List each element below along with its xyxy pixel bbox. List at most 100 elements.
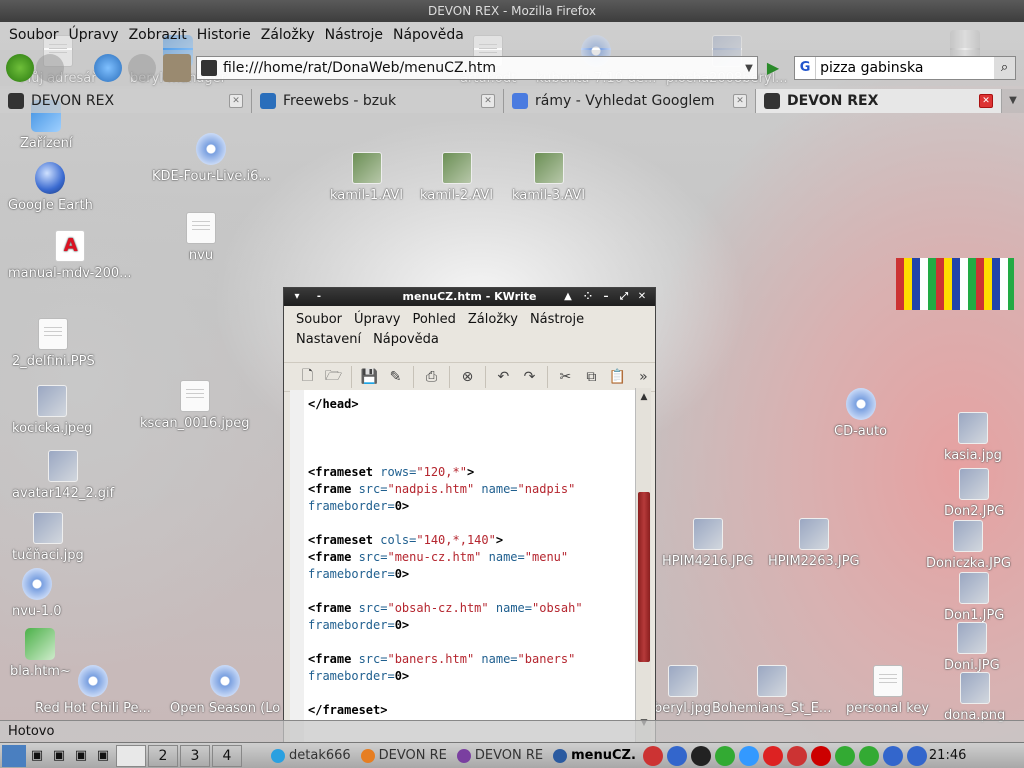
scrollbar-thumb[interactable] (638, 492, 650, 662)
firefox-menu-item[interactable]: Úpravy (64, 27, 124, 43)
tray-icon[interactable] (786, 745, 807, 766)
tray-icon[interactable] (714, 745, 735, 766)
editor-scrollbar[interactable]: ▲ ▼ (635, 388, 651, 744)
desktop-icon[interactable]: Doniczka.JPG (926, 520, 1011, 571)
url-bar[interactable]: file:///home/rat/DonaWeb/menuCZ.htm ▼ (196, 56, 758, 80)
desktop-icon[interactable]: dona.png (944, 672, 1005, 723)
chevron-down-icon[interactable]: ▼ (741, 63, 757, 74)
tray-icon[interactable] (810, 745, 831, 766)
tray-icon[interactable] (666, 745, 687, 766)
desktop-icon[interactable]: kamil-1.AVI (330, 152, 403, 203)
tray-icon[interactable] (642, 745, 663, 766)
window-menu-icon[interactable]: ▾ (290, 290, 304, 304)
code-editor[interactable]: </head> <frameset rows="120,*"> <frame sr… (290, 390, 635, 744)
flags-logo[interactable] (896, 258, 1014, 314)
konqueror-icon[interactable]: ▣ (70, 745, 92, 767)
reload-icon[interactable] (94, 54, 122, 82)
taskbar-button[interactable]: detak666 (266, 745, 356, 767)
desktop-icon[interactable]: avatar142_2.gif (12, 450, 114, 501)
firefox-menu-item[interactable]: Nápověda (388, 27, 469, 43)
kwrite-titlebar[interactable]: ▾ - menuCZ.htm - KWrite ▲ ⁘ – ⤢ ✕ (284, 288, 655, 306)
tab-list-chevron-icon[interactable]: ▼ (1002, 89, 1024, 113)
search-input[interactable] (816, 60, 995, 76)
desktop-switch[interactable]: 2 (148, 744, 178, 767)
firefox-menu-item[interactable]: Historie (192, 27, 256, 43)
kwrite-menu-item[interactable]: Nástroje (524, 310, 590, 330)
sticky-icon[interactable]: - (312, 290, 326, 304)
scroll-up-icon[interactable]: ▲ (637, 390, 651, 404)
desktop-icon[interactable]: kocicka.jpeg (12, 385, 92, 436)
url-text[interactable]: file:///home/rat/DonaWeb/menuCZ.htm (223, 60, 741, 76)
desktop-icon[interactable]: Bohemians_St_E... (712, 665, 831, 716)
tray-icon[interactable] (738, 745, 759, 766)
firefox-menu-item[interactable]: Nástroje (320, 27, 388, 43)
desktop-icon[interactable]: nvu (186, 212, 216, 263)
desktop-icon[interactable]: Don1.JPG (944, 572, 1004, 623)
desktop-icon[interactable]: KDE-Four-Live.i6... (152, 133, 271, 184)
desktop-icon[interactable]: kamil-2.AVI (420, 152, 493, 203)
shade-icon[interactable]: ▲ (561, 290, 575, 304)
desktop-icon[interactable]: personal key (846, 665, 929, 716)
tab[interactable]: rámy - Vyhledat Googlem ✕ (504, 89, 756, 113)
kwrite-menu-item[interactable]: Záložky (462, 310, 524, 330)
firefox-menu-item[interactable]: Zobrazit (124, 27, 192, 43)
desktop-icon[interactable]: tučňaci.jpg (12, 512, 84, 563)
search-icon[interactable]: ⌕ (994, 57, 1015, 79)
redo-icon[interactable]: ↷ (518, 365, 541, 389)
close-icon[interactable]: ✕ (635, 290, 649, 304)
taskbar-button[interactable]: DEVON RE (452, 745, 548, 767)
desktop-icon[interactable]: Open Season (Lo (170, 665, 280, 716)
undo-icon[interactable]: ↶ (492, 365, 515, 389)
google-icon[interactable]: G (795, 57, 817, 79)
tab-close-icon[interactable]: ✕ (733, 94, 747, 108)
kwrite-menu-item[interactable]: Soubor (290, 310, 348, 330)
firefox-icon[interactable]: ▣ (48, 745, 70, 767)
cut-icon[interactable]: ✂ (554, 365, 577, 389)
tray-icon[interactable] (882, 745, 903, 766)
kwrite-menu-item[interactable]: Nápověda (367, 330, 445, 350)
kwrite-menu-item[interactable]: Úpravy (348, 310, 406, 330)
kwrite-menu-item[interactable]: Nastavení (290, 330, 367, 350)
new-icon[interactable]: 🗋 (296, 365, 319, 389)
kmenu-icon[interactable] (2, 744, 26, 767)
copy-icon[interactable]: ⧉ (580, 365, 603, 389)
tray-icon[interactable] (858, 745, 879, 766)
desktop-switch[interactable]: 3 (180, 744, 210, 767)
code-text[interactable]: </head> <frameset rows="120,*"> <frame sr… (304, 390, 635, 719)
desktop-icon[interactable]: 2_delfini.PPS (12, 318, 95, 369)
desktop-icon[interactable]: HPIM2263.JPG (768, 518, 860, 569)
taskbar-button[interactable]: DEVON RE (356, 745, 452, 767)
desktop-icon[interactable]: Don2.JPG (944, 468, 1004, 519)
tray-icon[interactable] (906, 745, 927, 766)
firefox-menu-item[interactable]: Soubor (4, 27, 64, 43)
minimize-icon[interactable]: – (599, 290, 613, 304)
tab-close-icon[interactable]: ✕ (979, 94, 993, 108)
back-icon[interactable] (6, 54, 34, 82)
desktop-icon[interactable]: HPIM4216.JPG (662, 518, 754, 569)
tray-icon[interactable] (762, 745, 783, 766)
desktop-icon[interactable]: CD-auto (834, 388, 887, 439)
tab-close-icon[interactable]: ✕ (481, 94, 495, 108)
keep-above-icon[interactable]: ⁘ (581, 290, 595, 304)
tray-icon[interactable] (690, 745, 711, 766)
paste-icon[interactable]: 📋 (606, 365, 629, 389)
forward-icon[interactable] (36, 54, 64, 82)
desktop-icon[interactable]: Red Hot Chili Pe... (35, 665, 151, 716)
terminal-icon[interactable]: ▣ (92, 745, 114, 767)
desktop-icon[interactable]: kamil-3.AVI (512, 152, 585, 203)
tab[interactable]: DEVON REX ✕ (756, 89, 1002, 113)
save-as-icon[interactable]: ✎ (384, 365, 407, 389)
more-icon[interactable]: » (632, 365, 655, 389)
go-button[interactable]: ▶ (762, 57, 784, 79)
clock[interactable]: 21:46 (929, 748, 966, 763)
close-doc-icon[interactable]: ⊗ (456, 365, 479, 389)
desktop-icon[interactable]: manual-mdv-200... (8, 230, 132, 281)
stop-icon[interactable] (128, 54, 156, 82)
tray-icon[interactable] (834, 745, 855, 766)
print-icon[interactable]: ⎙ (420, 365, 443, 389)
save-icon[interactable]: 💾 (358, 365, 381, 389)
desktop-icon[interactable]: beryl.jpg (654, 665, 711, 716)
desktop-folder-icon[interactable]: ▣ (26, 745, 48, 767)
open-icon[interactable]: 🗁 (322, 365, 345, 389)
tab[interactable]: Freewebs - bzuk ✕ (252, 89, 504, 113)
